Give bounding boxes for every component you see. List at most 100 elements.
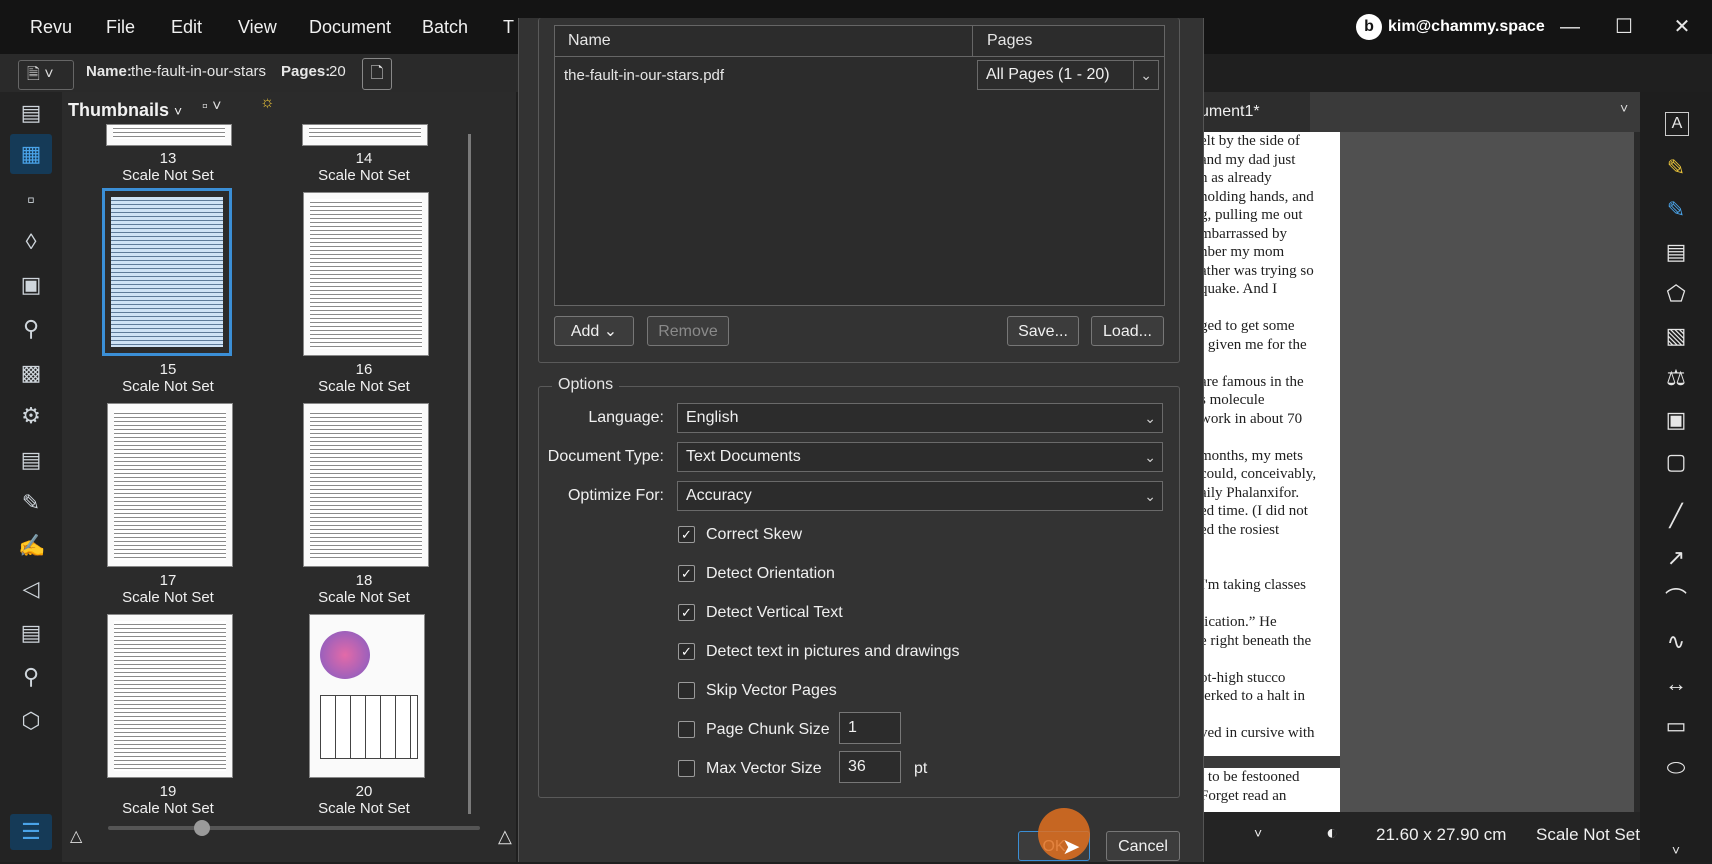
max-vector-size-checkbox[interactable] [678,760,695,777]
page-number: 19 [159,783,177,800]
markups-list-icon[interactable]: ✎ [18,490,44,516]
thumbnail-13[interactable] [106,124,232,146]
document-line: jerked to a halt in [1200,688,1305,704]
cloud-shape-icon[interactable]: ⬠ [1662,280,1690,308]
signature-icon[interactable]: ✍ [18,533,45,559]
location-icon[interactable]: ⚲ [18,316,44,342]
minimize-icon[interactable]: — [1555,12,1585,42]
document-line: s molecule [1200,392,1265,408]
bookmarks-icon[interactable]: ▫ [18,187,44,213]
thumbnail-size-icon[interactable]: ▫ ˅ [202,98,221,116]
user-account[interactable]: b kim@chammy.space [1356,14,1545,40]
ellipse-icon[interactable]: ⬭ [1662,754,1690,782]
detect-vertical-text-checkbox[interactable]: ✓ [678,604,695,621]
menu-document[interactable]: Document [309,17,391,38]
remove-button[interactable]: Remove [647,316,729,346]
highlighter-icon[interactable]: ✎ [1662,154,1690,182]
document-line: I'm taking classes [1200,577,1307,593]
correct-skew-checkbox[interactable]: ✓ [678,526,695,543]
status-chevron-icon[interactable]: ˅ [1254,825,1262,841]
menu-batch[interactable]: Batch [422,17,468,38]
cancel-button[interactable]: Cancel [1106,831,1180,861]
table-row-file[interactable]: the-fault-in-our-stars.pdf [564,67,724,84]
menu-view[interactable]: View [238,17,277,38]
col-name-header[interactable]: Name [568,32,611,50]
measure-icon[interactable]: ▤ [18,447,44,473]
rectangle-icon[interactable]: ▭ [1662,712,1690,740]
file-type-dropdown[interactable]: 🗎 ˅ [18,60,74,90]
pages-range-select[interactable]: All Pages (1 - 20) ⌄ [977,60,1159,90]
callout-icon[interactable]: ▧ [1662,322,1690,350]
stamp-icon[interactable]: ⚖ [1662,364,1690,392]
thumbnail-15[interactable] [102,188,232,356]
add-button[interactable]: Add ⌄ [554,316,634,346]
thumbnail-size-slider[interactable] [108,826,480,830]
chevron-down-icon[interactable]: ˅ [174,103,182,119]
forms-icon[interactable]: ⬡ [18,708,44,734]
document-line: e right beneath the [1200,632,1312,649]
thumbnail-14[interactable] [302,124,428,146]
thumbnail-18[interactable] [303,403,429,567]
document-line: ved in cursive with [1200,725,1315,741]
thumbnail-16[interactable] [303,192,429,356]
document-type-select[interactable]: Text Documents ⌄ [677,442,1163,472]
arrow-icon[interactable]: ↗ [1662,544,1690,572]
menu-file[interactable]: File [106,17,135,38]
add-page-icon[interactable]: 🗋 [362,58,392,90]
thumbnails-icon[interactable]: ▦ [10,134,52,174]
arc-icon[interactable]: ⌒ [1662,586,1690,614]
save-button[interactable]: Save... [1007,316,1079,346]
thumbnail-scrollbar[interactable] [468,134,471,814]
thumbnail-17[interactable] [107,403,233,567]
thumbnail-highlight-icon[interactable]: ☼ [260,94,275,112]
detect-orientation-label: Detect Orientation [706,565,835,582]
studio-icon[interactable]: ▤ [18,620,44,646]
pen-icon[interactable]: ✎ [1662,196,1690,224]
skip-vector-pages-checkbox[interactable] [678,682,695,699]
polyline-icon[interactable]: ∿ [1662,628,1690,656]
tabs-chevron-icon[interactable]: ˅ [1620,100,1628,116]
detect-pictures-checkbox[interactable]: ✓ [678,643,695,660]
line-icon[interactable]: ╱ [1662,502,1690,530]
thumbnail-20[interactable] [309,614,425,778]
menu-edit[interactable]: Edit [171,17,202,38]
document-line: holding hands, and [1200,188,1314,205]
close-icon[interactable]: ✕ [1667,12,1697,42]
scale-readout[interactable]: Scale Not Set [1536,825,1640,845]
optimize-for-select[interactable]: Accuracy ⌄ [677,481,1163,511]
list-view-icon[interactable]: ☰ [10,814,52,850]
tag-icon[interactable]: ◁ [18,576,44,602]
contrast-icon[interactable]: ◐ [1326,822,1338,845]
zoom-in-icon[interactable]: △ [498,826,512,847]
text-box-icon[interactable]: A [1665,112,1689,136]
zoom-out-icon[interactable]: △ [70,826,82,846]
page-chunk-size-checkbox[interactable] [678,721,695,738]
load-button[interactable]: Load... [1091,316,1164,346]
toolchest-icon[interactable]: ▣ [18,272,44,298]
col-pages-header[interactable]: Pages [987,32,1032,50]
menu-tools-partial[interactable]: T [503,17,514,38]
floorplan-image [320,695,418,759]
logo-image [320,631,370,679]
layers-icon[interactable]: ◊ [18,229,44,255]
language-select[interactable]: English ⌄ [677,403,1163,433]
crop-select-icon[interactable]: ▢ [1662,448,1690,476]
thumbnail-19[interactable] [107,614,233,778]
thumbnail-slider-handle[interactable] [194,820,210,836]
sheet-icon[interactable]: ▩ [18,360,44,386]
max-vector-size-input[interactable]: 36 [839,751,901,783]
text-markup-icon[interactable]: ▤ [1662,238,1690,266]
pages-icon[interactable]: ▤ [18,100,44,126]
dimension-icon[interactable]: ↔ [1662,670,1690,698]
thumbnails-header[interactable]: Thumbnails ˅ [68,100,182,121]
menu-app[interactable]: Revu [30,17,72,38]
maximize-icon[interactable]: ☐ [1609,12,1639,42]
page-chunk-size-input[interactable]: 1 [839,712,901,744]
detect-orientation-checkbox[interactable]: ✓ [678,565,695,582]
settings-gear-icon[interactable]: ⚙ [18,403,44,429]
scale-label: Scale Not Set [318,167,410,184]
image-icon[interactable]: ▣ [1662,406,1690,434]
search-icon[interactable]: ⚲ [18,664,44,690]
more-tools-chevron-icon[interactable]: ˅ [1662,836,1690,864]
document-page: elt by the side of and my dad just n as al… [1196,132,1340,756]
